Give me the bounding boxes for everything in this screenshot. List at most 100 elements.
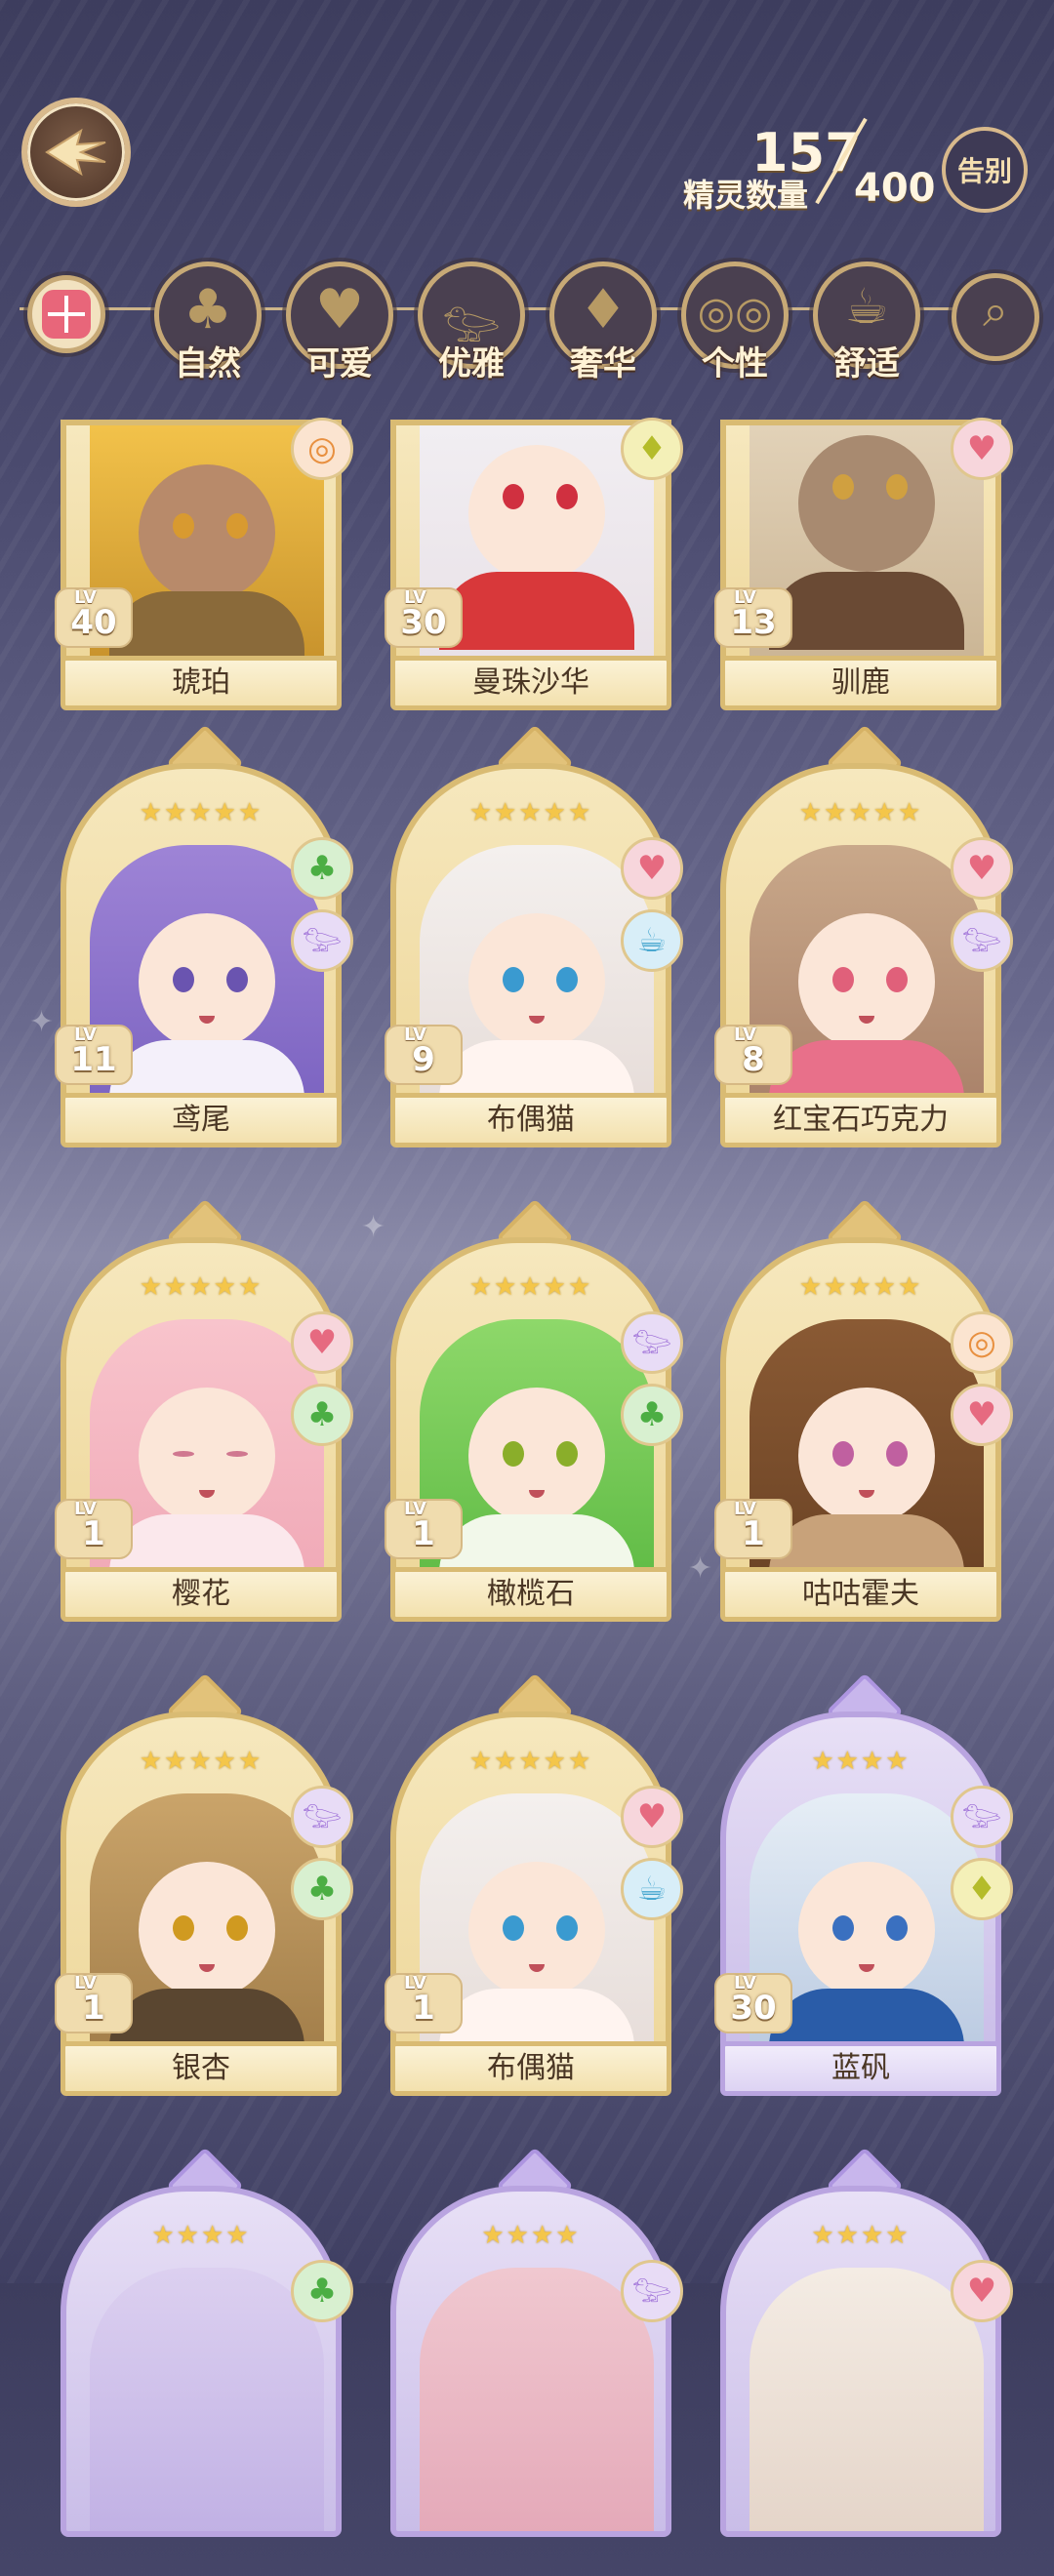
elegant-tag-icon: 𓅰 [951, 909, 1013, 972]
star-rating: ★★★★★ [468, 1747, 593, 1776]
sprite-count: 157 精灵数量 400 [673, 117, 937, 220]
nature-tag-icon: ♣ [291, 837, 353, 900]
elegant-tag-icon: 𓅰 [621, 2260, 683, 2322]
comfort-tag-icon: ☕ [621, 909, 683, 972]
sprite-name: 琥珀 [61, 656, 342, 710]
all-grid-icon [42, 290, 91, 339]
nature-tag-icon: ♣ [621, 1384, 683, 1446]
level-plate: LV 1 [55, 1499, 133, 1559]
tag-badges: ♥ ☕ [621, 837, 683, 982]
star-rating: ★★★★★ [798, 798, 923, 827]
cute-tag-icon: ♥ [951, 418, 1013, 480]
back-arrow-icon [45, 128, 106, 177]
level-value: 8 [742, 1040, 765, 1079]
sprite-count-label: 精灵数量 [683, 177, 809, 214]
level-value: 40 [70, 603, 117, 642]
level-plate: LV 11 [55, 1025, 133, 1085]
level-plate: LV 1 [385, 1973, 463, 2033]
nature-tag-icon: ♣ [291, 1384, 353, 1446]
heart-icon: ♥ [314, 278, 365, 342]
sprite-card[interactable]: ★★★★ ♥ [720, 2147, 1013, 2576]
sprite-card[interactable]: ★★★★ ♣ [61, 2147, 353, 2576]
sprite-card[interactable]: ★★★★★ ♥ 𓅰 LV 8 红宝石巧克力 [714, 724, 1013, 1153]
clover-icon: ♣ [182, 278, 233, 342]
elegant-tag-icon: 𓅰 [291, 1786, 353, 1848]
luxury-tag-icon: ♦ [951, 1858, 1013, 1920]
elegant-tag-icon: 𓅰 [291, 909, 353, 972]
filter-all-button[interactable] [27, 275, 105, 353]
filter-nature-button[interactable]: ♣ 自然 [154, 262, 262, 383]
level-value: 30 [400, 603, 447, 642]
sprite-name: 红宝石巧克力 [720, 1093, 1001, 1147]
filter-comfort-button[interactable]: ☕ 舒适 [813, 262, 920, 383]
filter-luxury-button[interactable]: ♦ 奢华 [549, 262, 657, 383]
cute-tag-icon: ♥ [291, 1311, 353, 1374]
sprite-portrait [750, 2268, 984, 2531]
teacup-icon: ☕ [844, 278, 889, 335]
sprite-card[interactable]: ★★★★★ ♥ ☕ LV 1 布偶猫 [385, 1672, 683, 2102]
filter-label: 奢华 [570, 344, 636, 383]
sprite-card[interactable]: ★★★★★ ♥ ♣ LV 1 樱花 [55, 1198, 353, 1628]
sparkle-decoration: ✦ [688, 1551, 713, 1586]
sprite-name: 布偶猫 [390, 2041, 671, 2096]
filter-elegant-button[interactable]: 𓅰 优雅 [418, 262, 525, 383]
tag-badges: 𓅰 [621, 2260, 683, 2332]
sprite-card[interactable]: ★★★★ 𓅰 ♦ LV 30 蓝矾 [714, 1672, 1013, 2102]
cute-tag-icon: ♥ [621, 1786, 683, 1848]
back-button[interactable] [21, 98, 131, 207]
level-value: 13 [730, 603, 777, 642]
top-bar: 157 精灵数量 400 告别 ♣ 自然 ♥ 可爱 𓅰 优雅 ♦ 奢华 ◎◎ 个… [0, 0, 1054, 410]
filter-label: 舒适 [833, 344, 900, 383]
level-plate: LV 1 [55, 1973, 133, 2033]
sprite-name: 鸢尾 [61, 1093, 342, 1147]
filter-label: 可爱 [306, 344, 373, 383]
farewell-button[interactable]: 告别 [942, 127, 1028, 213]
sprite-name: 银杏 [61, 2041, 342, 2096]
elegant-tag-icon: 𓅰 [621, 1311, 683, 1374]
nature-tag-icon: ♣ [291, 1858, 353, 1920]
tag-badges: 𓅰 ♣ [621, 1311, 683, 1456]
diamond-icon: ♦ [578, 278, 628, 342]
level-plate: LV 1 [714, 1499, 792, 1559]
filter-cute-button[interactable]: ♥ 可爱 [286, 262, 393, 383]
level-value: 1 [82, 1989, 105, 2028]
tag-badges: ♦ [621, 418, 683, 490]
sprite-card[interactable]: ★★★★★ 𓅰 ♣ LV 1 橄榄石 [385, 1198, 683, 1628]
cute-tag-icon: ♥ [951, 837, 1013, 900]
level-plate: LV 40 [55, 587, 133, 648]
level-plate: LV 8 [714, 1025, 792, 1085]
level-value: 1 [742, 1514, 765, 1553]
sprite-card[interactable]: ★★★★ 𓅰 [390, 2147, 683, 2576]
sprite-name: 曼珠沙华 [390, 656, 671, 710]
level-value: 1 [412, 1514, 435, 1553]
level-value: 1 [82, 1514, 105, 1553]
cute-tag-icon: ♥ [951, 1384, 1013, 1446]
level-plate: LV 1 [385, 1499, 463, 1559]
tag-badges: ♥ ♣ [291, 1311, 353, 1456]
star-rating: ★★★★★ [468, 1272, 593, 1302]
sprite-card[interactable]: ★★★★★ 𓅰 ♣ LV 1 银杏 [55, 1672, 353, 2102]
search-button[interactable]: ⌕ [952, 273, 1039, 361]
comfort-tag-icon: ☕ [621, 1858, 683, 1920]
sprite-card[interactable]: ★★★★★ ◎ ♥ LV 1 咕咕霍夫 [714, 1198, 1013, 1628]
star-rating: ★★★★★ [139, 798, 264, 827]
star-rating: ★★★★★ [798, 1272, 923, 1302]
star-rating: ★★★★ [811, 2221, 911, 2250]
sprite-name: 咕咕霍夫 [720, 1567, 1001, 1622]
sprite-card[interactable]: ★★★★★ ♣ 𓅰 LV 11 鸢尾 [55, 724, 353, 1153]
search-icon: ⌕ [983, 284, 1008, 337]
sprite-portrait [90, 2268, 324, 2531]
level-plate: LV 13 [714, 587, 792, 648]
nature-tag-icon: ♣ [291, 2260, 353, 2322]
filter-personality-button[interactable]: ◎◎ 个性 [681, 262, 789, 383]
level-value: 11 [70, 1040, 117, 1079]
sprite-card[interactable]: ★★★★★ ♥ ☕ LV 9 布偶猫 [385, 724, 683, 1153]
sprite-name: 橄榄石 [390, 1567, 671, 1622]
star-rating: ★★★★ [481, 2221, 581, 2250]
cute-tag-icon: ♥ [951, 2260, 1013, 2322]
sprite-name: 布偶猫 [390, 1093, 671, 1147]
tag-badges: ◎ ♥ [951, 1311, 1013, 1456]
star-rating: ★★★★★ [139, 1747, 264, 1776]
filter-label: 优雅 [438, 344, 505, 383]
tag-badges: ♥ 𓅰 [951, 837, 1013, 982]
